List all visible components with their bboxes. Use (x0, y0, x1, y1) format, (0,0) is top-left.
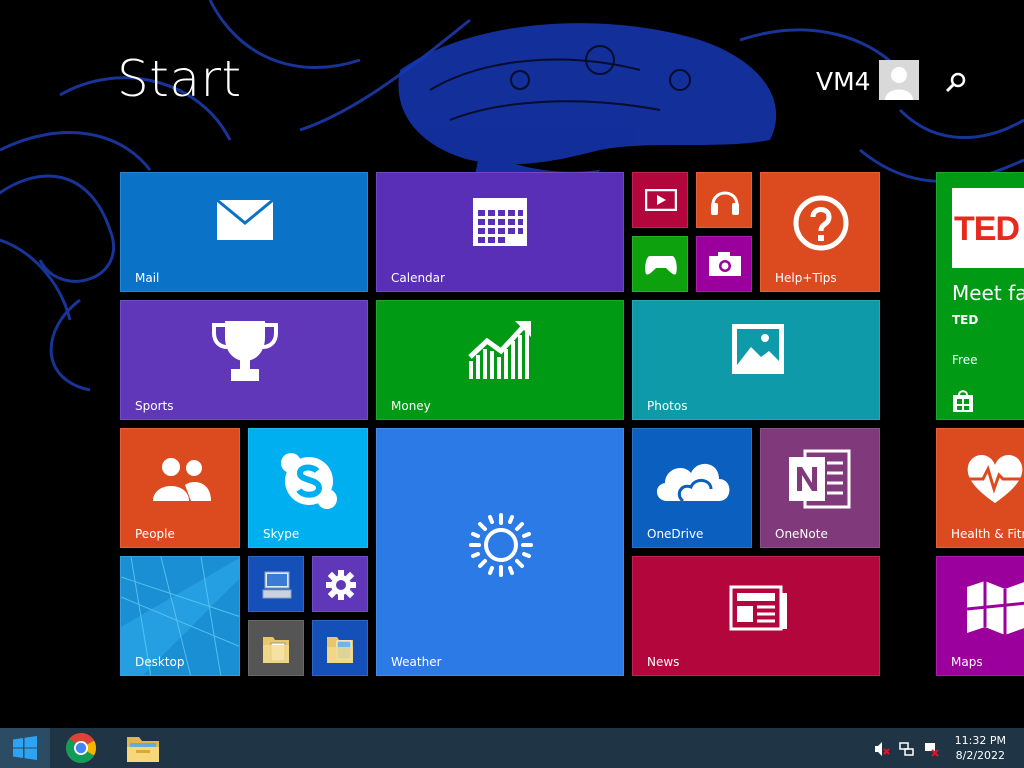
page-title: Start (117, 50, 242, 108)
tile-label: OneNote (775, 527, 828, 541)
tile-control-panel[interactable] (312, 556, 368, 612)
tile-this-pc[interactable] (248, 556, 304, 612)
tile-sports[interactable]: Sports (120, 300, 368, 420)
help-icon (793, 195, 849, 251)
tile-label: Help+Tips (775, 271, 837, 285)
skype-icon (281, 453, 337, 509)
tile-music[interactable] (696, 172, 752, 228)
calendar-icon (473, 198, 527, 246)
map-icon (966, 581, 1024, 635)
tile-games[interactable] (632, 236, 688, 292)
news-icon (729, 585, 787, 631)
trophy-icon (212, 321, 278, 381)
tile-documents[interactable] (248, 620, 304, 676)
tile-weather[interactable]: Weather (376, 428, 624, 676)
tile-desktop[interactable]: Desktop (120, 556, 240, 676)
folder-pictures-icon (327, 637, 353, 663)
user-name[interactable]: VM4 (816, 67, 871, 96)
tile-video[interactable] (632, 172, 688, 228)
tile-label: Desktop (135, 655, 185, 669)
photo-icon (732, 324, 784, 374)
tile-news[interactable]: News (632, 556, 880, 676)
mail-icon (216, 199, 274, 240)
tile-label: News (647, 655, 680, 669)
camera-icon (709, 252, 741, 276)
chrome-icon (66, 733, 97, 764)
clock-time: 11:32 PM (954, 734, 1006, 747)
tile-label: Calendar (391, 271, 445, 285)
game-controller-icon (645, 256, 677, 275)
folder-icon (127, 737, 159, 762)
user-avatar-icon[interactable] (879, 60, 919, 100)
onenote-icon (789, 449, 851, 509)
tile-onedrive[interactable]: OneDrive (632, 428, 752, 548)
tile-label: Weather (391, 655, 442, 669)
chart-up-icon (468, 321, 531, 379)
ted-publisher: TED (952, 313, 979, 327)
cloud-icon (656, 463, 730, 503)
tile-people[interactable]: People (120, 428, 240, 548)
search-icon[interactable] (944, 70, 968, 94)
tile-label: Photos (647, 399, 688, 413)
tile-pictures[interactable] (312, 620, 368, 676)
start-button[interactable] (0, 728, 50, 768)
volume-muted-icon[interactable] (874, 741, 890, 757)
tile-skype[interactable]: Skype (248, 428, 368, 548)
clock-date: 8/2/2022 (955, 749, 1006, 762)
people-icon (153, 458, 211, 501)
clock[interactable]: 11:32 PM 8/2/2022 (955, 733, 1006, 763)
tile-label: Skype (263, 527, 300, 541)
tile-label: OneDrive (647, 527, 704, 541)
action-center-icon[interactable] (923, 741, 939, 757)
tile-label: Mail (135, 271, 160, 285)
ted-logo-text: TED (954, 210, 1020, 248)
computer-icon (262, 571, 292, 599)
tile-label: Health & Fitne (951, 527, 1024, 541)
sun-icon (469, 513, 533, 577)
tile-label: Maps (951, 655, 983, 669)
tile-mail[interactable]: Mail (120, 172, 368, 292)
tile-health[interactable]: Health & Fitne (936, 428, 1024, 548)
taskbar: 11:32 PM 8/2/2022 (0, 728, 1024, 768)
tile-ted[interactable]: TED Meet fas TED Free (936, 172, 1024, 420)
video-icon (645, 189, 677, 211)
tile-money[interactable]: Money (376, 300, 624, 420)
store-icon (953, 390, 973, 412)
heart-pulse-icon (967, 454, 1024, 503)
start-screen: Start VM4 Mail Calendar Help+Tips TED Me… (0, 0, 1024, 728)
folder-documents-icon (263, 637, 289, 663)
tile-photos[interactable]: Photos (632, 300, 880, 420)
ted-logo: TED (952, 188, 1024, 268)
tile-label: Money (391, 399, 431, 413)
network-icon[interactable] (899, 741, 915, 757)
gear-icon (326, 570, 356, 600)
tile-calendar[interactable]: Calendar (376, 172, 624, 292)
headphones-icon (711, 191, 739, 215)
tile-onenote[interactable]: OneNote (760, 428, 880, 548)
tile-camera[interactable] (696, 236, 752, 292)
tile-label: People (135, 527, 175, 541)
taskbar-file-explorer[interactable] (118, 728, 166, 768)
taskbar-chrome[interactable] (57, 728, 105, 768)
windows-logo-icon (13, 736, 37, 760)
tile-help-tips[interactable]: Help+Tips (760, 172, 880, 292)
tile-maps[interactable]: Maps (936, 556, 1024, 676)
tile-label: Sports (135, 399, 174, 413)
ted-price: Free (952, 353, 978, 367)
ted-headline: Meet fas (952, 281, 1024, 305)
